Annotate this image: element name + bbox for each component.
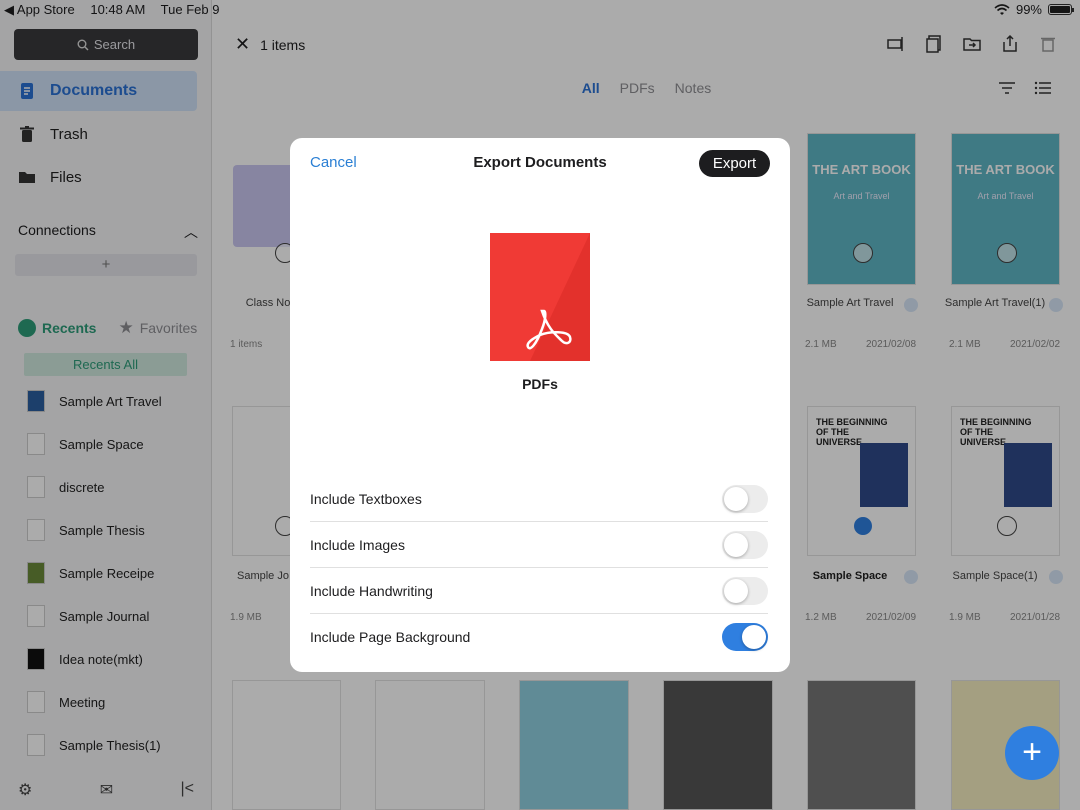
handwriting-toggle[interactable] — [722, 576, 768, 605]
acrobat-icon — [526, 233, 590, 361]
textboxes-toggle[interactable] — [722, 484, 768, 513]
images-toggle[interactable] — [722, 530, 768, 559]
option-include-textboxes: Include Textboxes — [310, 476, 768, 522]
page-background-toggle[interactable] — [722, 623, 768, 651]
toggle-knob — [724, 486, 748, 511]
option-include-page-background: Include Page Background — [310, 614, 768, 660]
option-label: Include Textboxes — [310, 490, 422, 507]
option-include-handwriting: Include Handwriting — [310, 568, 768, 614]
option-label: Include Images — [310, 536, 405, 553]
add-document-button[interactable]: + — [1005, 726, 1059, 780]
format-label: PDFs — [522, 376, 558, 392]
toggle-knob — [724, 578, 748, 603]
option-label: Include Handwriting — [310, 582, 433, 599]
option-label: Include Page Background — [310, 629, 471, 645]
option-include-images: Include Images — [310, 522, 768, 568]
export-button[interactable]: Export — [699, 150, 770, 177]
toggle-knob — [742, 625, 766, 649]
toggle-knob — [724, 532, 748, 557]
pdf-format-icon[interactable] — [490, 233, 590, 361]
export-documents-dialog: Cancel Export Documents Export PDFs Incl… — [290, 138, 790, 672]
